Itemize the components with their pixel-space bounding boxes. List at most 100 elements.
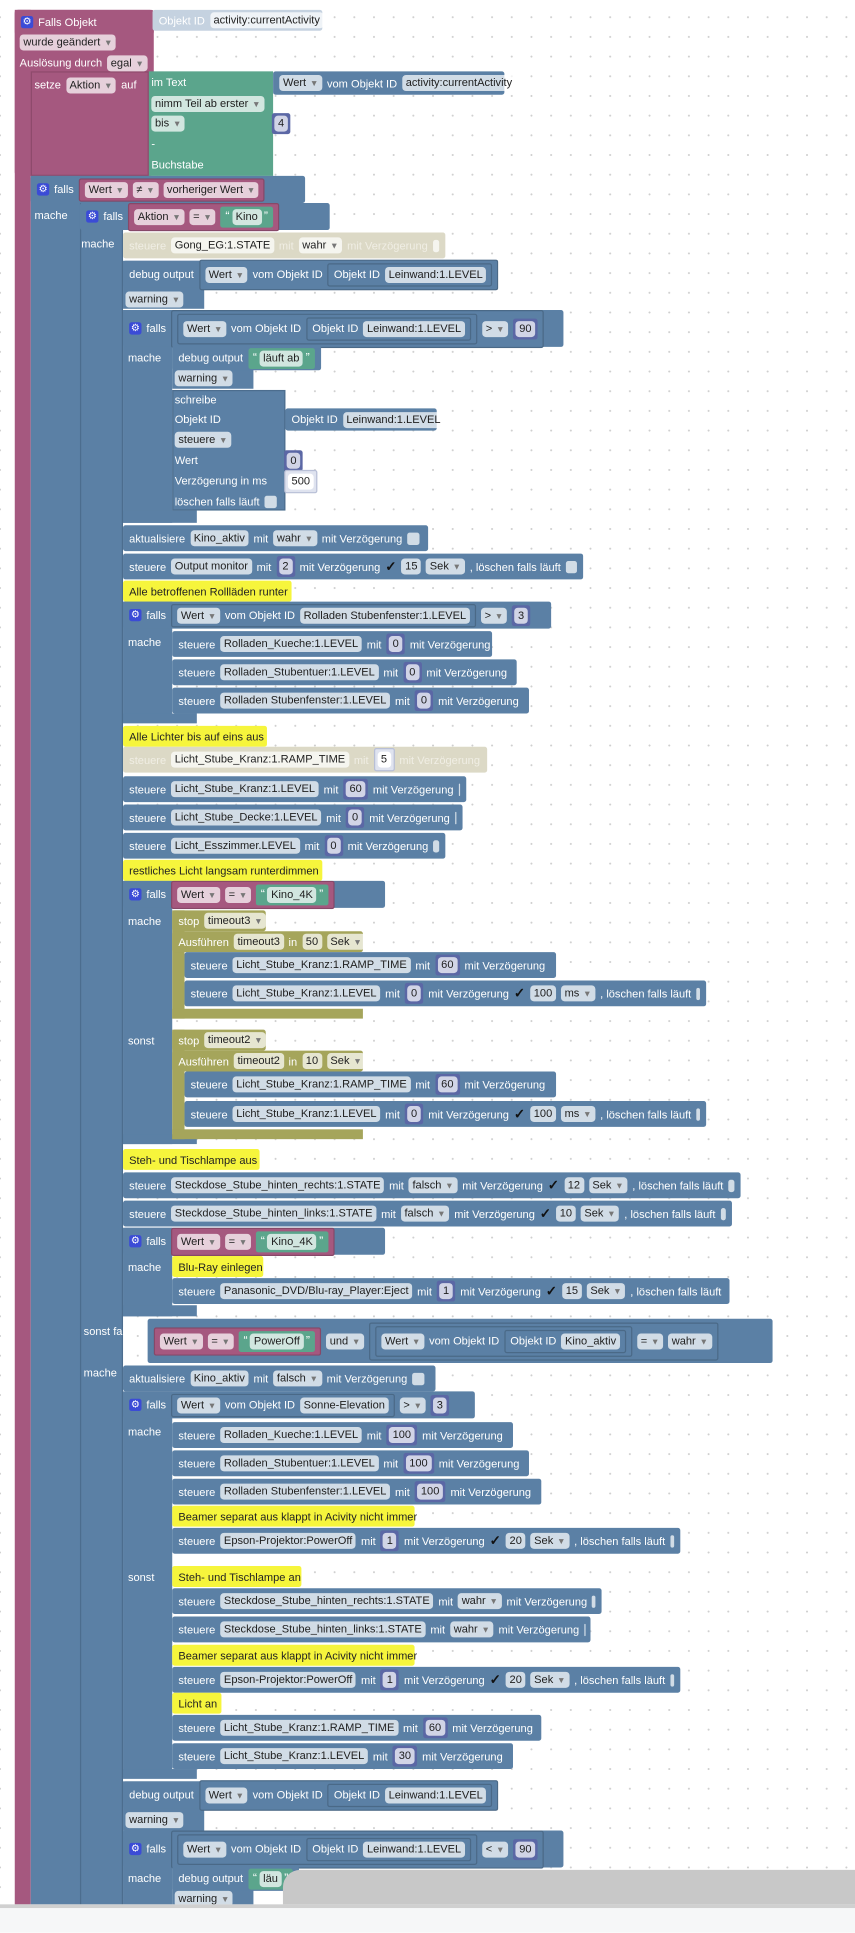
block-und[interactable]: Wert▼=▼“PowerOff”und▼Wert▼vom Objekt IDO…	[148, 1319, 773, 1363]
value-block[interactable]: Aktion▼=▼“Kino”	[128, 202, 279, 230]
dropdown[interactable]: =▼	[225, 886, 251, 902]
block-steuere[interactable]: steuereRolladen_Kueche:1.LEVELmit0mit Ve…	[172, 631, 492, 657]
checkbox[interactable]	[696, 987, 700, 999]
text-field[interactable]: Licht_Stube_Kranz:1.LEVEL	[233, 1106, 381, 1122]
block-wert[interactable]: Wert	[172, 450, 200, 470]
block-löschen-falls-läuft[interactable]: löschen falls läuft	[172, 492, 279, 512]
gear-icon[interactable]: ⚙	[129, 1399, 141, 1411]
checkbox-checked[interactable]: ✓	[490, 1533, 501, 1549]
value-block[interactable]: Wert▼vom Objekt IDRolladen Stubenfenster…	[171, 603, 476, 626]
gear-icon[interactable]: ⚙	[129, 609, 141, 621]
value-block[interactable]: Wert▼vom Objekt IDObjekt IDLeinwand:1.LE…	[199, 259, 499, 290]
block-steuere[interactable]: steuereLicht_Stube_Kranz:1.LEVELmit30mit…	[172, 1743, 513, 1769]
dropdown[interactable]: steuere▼	[175, 431, 232, 447]
block-mache[interactable]: mache	[125, 909, 163, 934]
number-input[interactable]: 60	[437, 957, 457, 973]
block-steuere[interactable]: steuereSteckdose_Stube_hinten_links:1.ST…	[172, 1616, 590, 1642]
number-input[interactable]: 0	[406, 664, 420, 680]
checkbox[interactable]	[592, 1595, 595, 1607]
text-field[interactable]: Steckdose_Stube_hinten_rechts:1.STATE	[220, 1593, 433, 1609]
block-[interactable]: -	[149, 134, 158, 154]
dropdown[interactable]: Sek▼	[587, 1283, 626, 1299]
block-steuere[interactable]: steuerePanasonic_DVD/Blu-ray_Player:Ejec…	[172, 1278, 729, 1304]
block-auslösung-durch[interactable]: Auslösung durchegal▼	[17, 53, 150, 73]
checkbox-checked[interactable]: ✓	[546, 1283, 557, 1299]
dropdown[interactable]: warning▼	[125, 291, 183, 307]
text-field[interactable]: Kino_aktiv	[190, 1370, 248, 1386]
block-debug-output[interactable]: debug outputWert▼vom Objekt IDObjekt IDL…	[123, 1781, 495, 1808]
dropdown[interactable]: Wert▼	[177, 607, 220, 623]
dropdown[interactable]: =▼	[189, 209, 215, 225]
text-field[interactable]: Licht_Stube_Kranz:1.RAMP_TIME	[233, 1076, 411, 1092]
number-input[interactable]: 1	[383, 1672, 397, 1688]
block-falls[interactable]: ⚙fallsWert▼≠▼vorheriger Wert▼	[31, 176, 305, 203]
block-mache[interactable]: mache	[125, 1866, 163, 1891]
dropdown[interactable]: egal▼	[107, 55, 148, 71]
block-setze[interactable]: setzeAktion▼auf	[32, 73, 139, 98]
value-block[interactable]: Wert▼vom Objekt IDObjekt IDKino_aktiv	[375, 1326, 632, 1357]
number-input[interactable]: 1	[439, 1283, 453, 1299]
text-field[interactable]: Leinwand:1.LEVEL	[343, 412, 445, 428]
checkbox[interactable]	[720, 1207, 725, 1219]
block-steuere[interactable]: steuereSteckdose_Stube_hinten_rechts:1.S…	[172, 1588, 601, 1614]
block-steuere[interactable]: steuereRolladen_Stubentuer:1.LEVELmit0mi…	[172, 659, 516, 685]
text-field[interactable]: Kino_aktiv	[561, 1333, 619, 1349]
block-debug-output[interactable]: debug output“läu”	[172, 1866, 299, 1891]
dropdown[interactable]: wahr▼	[668, 1333, 712, 1349]
checkbox[interactable]	[696, 1108, 700, 1120]
comment[interactable]: restliches Licht langsam runterdimmen	[123, 860, 322, 881]
dropdown[interactable]: Wert▼	[177, 886, 220, 902]
block-steuere[interactable]: steuereLicht_Stube_Kranz:1.RAMP_TIMEmit6…	[185, 952, 557, 978]
number-input[interactable]: 0	[327, 838, 341, 854]
dropdown[interactable]: nimm Teil ab erster▼	[151, 95, 264, 111]
text-field[interactable]: Rolladen Stubenfenster:1.LEVEL	[300, 607, 470, 623]
value-block[interactable]: Objekt IDLeinwand:1.LEVEL	[306, 317, 471, 340]
text-field[interactable]: 100	[530, 985, 556, 1001]
text-field[interactable]: Licht_Stube_Kranz:1.RAMP_TIME	[220, 1720, 398, 1736]
dropdown[interactable]: Wert▼	[183, 320, 226, 336]
number-input[interactable]: 0	[389, 636, 403, 652]
number-input[interactable]: 60	[425, 1720, 445, 1736]
number-input[interactable]: 100	[389, 1427, 415, 1443]
block-stop[interactable]: stoptimeout2▼	[172, 1030, 265, 1051]
block-wurde-geändert[interactable]: wurde geändert▼	[17, 32, 118, 52]
comment[interactable]: Steh- und Tischlampe aus	[123, 1149, 260, 1170]
comment[interactable]: Steh- und Tischlampe an	[172, 1566, 301, 1587]
dropdown[interactable]: Sek▼	[327, 1053, 366, 1069]
dropdown[interactable]: =▼	[208, 1333, 234, 1349]
block-steuere[interactable]: steuereLicht_Stube_Kranz:1.LEVELmit0mit …	[185, 1101, 707, 1127]
block-steuere[interactable]: steuereLicht_Stube_Kranz:1.RAMP_TIMEmit6…	[172, 1715, 541, 1741]
comment[interactable]: Alle betroffenen Rollläden runter	[123, 581, 292, 602]
dropdown[interactable]: <▼	[482, 1841, 508, 1857]
text-field[interactable]: Output monitor	[171, 559, 252, 575]
dropdown[interactable]: =▼	[637, 1333, 663, 1349]
block-mache[interactable]: mache	[125, 1255, 163, 1280]
dropdown[interactable]: Sek▼	[530, 1672, 569, 1688]
block-verzögerung-in-ms[interactable]: Verzögerung in ms	[172, 471, 269, 491]
block-objekt-id[interactable]: Objekt ID	[172, 410, 223, 430]
string-input[interactable]: Kino_4K	[267, 1233, 316, 1249]
block-falls[interactable]: ⚙fallsWert▼=▼“Kino_4K”	[123, 1228, 385, 1255]
dropdown[interactable]: =▼	[225, 1233, 251, 1249]
dropdown[interactable]: Sek▼	[426, 559, 465, 575]
block-warning[interactable]: warning▼	[123, 1810, 186, 1830]
comment[interactable]: Alle Lichter bis auf eins aus	[123, 726, 267, 747]
text-field[interactable]: activity:currentActivity	[402, 75, 516, 91]
block-debug-output[interactable]: debug outputWert▼vom Objekt IDObjekt IDL…	[123, 261, 492, 288]
block-stop[interactable]: stoptimeout3▼	[172, 910, 265, 931]
comment[interactable]: Beamer separat aus klappt in Acivity nic…	[172, 1506, 414, 1527]
block-im-text[interactable]: im Text	[149, 73, 189, 93]
block-falls[interactable]: ⚙fallsWert▼vom Objekt IDObjekt IDLeinwan…	[123, 1831, 563, 1868]
checkbox-checked[interactable]: ✓	[385, 559, 396, 575]
gear-icon[interactable]: ⚙	[86, 210, 98, 222]
text-field[interactable]: Rolladen Stubenfenster:1.LEVEL	[220, 693, 390, 709]
checkbox[interactable]	[566, 560, 577, 572]
number-input[interactable]: 5	[377, 752, 391, 768]
block-debug-output[interactable]: debug output“läuft ab”	[172, 346, 321, 371]
block-block[interactable]: 0	[282, 450, 305, 471]
block-mache[interactable]: mache	[125, 346, 163, 371]
block-nimm-teil-ab-erster[interactable]: nimm Teil ab erster▼	[149, 93, 267, 113]
text-field[interactable]: 15	[401, 559, 421, 575]
block-wert[interactable]: Wert▼vom Objekt IDactivity:currentActivi…	[273, 71, 504, 94]
block-steuere[interactable]: steuereGong_EG:1.STATEmitwahr▼mit Verzög…	[123, 233, 445, 259]
